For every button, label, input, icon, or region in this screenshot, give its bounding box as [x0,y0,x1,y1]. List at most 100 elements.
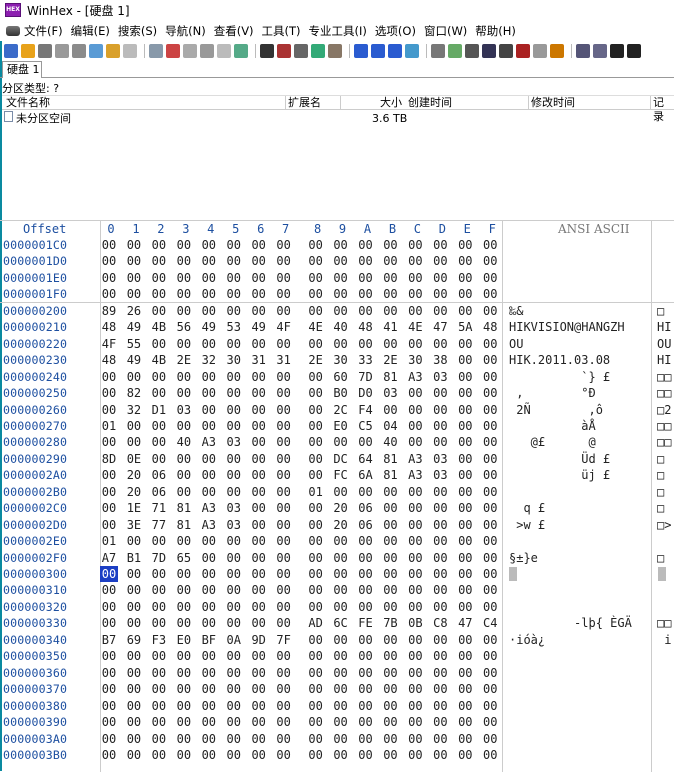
row-offset[interactable]: 000000380 [3,698,67,714]
hex-byte[interactable]: 00 [456,434,474,450]
hex-byte[interactable]: 06 [150,484,168,500]
hex-byte[interactable]: 00 [200,681,218,697]
hex-byte[interactable]: 00 [381,582,399,598]
hex-byte[interactable]: 00 [175,731,193,747]
hex-byte[interactable]: 00 [100,731,118,747]
hex-byte[interactable]: 00 [307,451,325,467]
hex-byte[interactable]: 00 [250,550,268,566]
hex-byte[interactable]: 00 [381,648,399,664]
hex-byte[interactable]: 00 [332,270,350,286]
hex-byte[interactable]: 00 [456,369,474,385]
hex-byte[interactable]: 00 [100,681,118,697]
toolbar-button-icon[interactable] [89,44,103,58]
hex-byte[interactable]: 00 [481,698,499,714]
hex-byte[interactable]: 00 [200,369,218,385]
row-offset[interactable]: 000000200 [3,303,67,319]
hex-byte[interactable]: 00 [406,550,424,566]
hex-byte[interactable]: 00 [275,731,293,747]
hex-byte[interactable]: 00 [406,731,424,747]
hex-byte[interactable]: 00 [100,698,118,714]
hex-byte[interactable]: 00 [481,286,499,302]
menu-item[interactable]: 帮助(H) [475,23,516,39]
hex-byte[interactable]: 00 [381,599,399,615]
hex-byte[interactable]: D0 [357,385,375,401]
hex-byte[interactable]: 00 [481,500,499,516]
row-offset[interactable]: 0000001D0 [3,253,67,269]
hex-byte[interactable]: 20 [332,517,350,533]
ascii-text[interactable]: Üd £ [509,451,651,467]
hex-byte[interactable]: 00 [275,253,293,269]
hex-byte[interactable]: 00 [332,681,350,697]
toolbar-button-icon[interactable] [217,44,231,58]
hex-byte[interactable]: 00 [175,418,193,434]
hex-byte[interactable]: 2E [307,352,325,368]
hex-byte[interactable]: 00 [431,582,449,598]
hex-byte[interactable]: 00 [150,582,168,598]
hex-byte[interactable]: 00 [431,681,449,697]
hex-byte[interactable]: 53 [225,319,243,335]
hex-byte[interactable]: 00 [250,533,268,549]
hex-byte[interactable]: 00 [307,747,325,763]
hex-byte[interactable]: 71 [150,500,168,516]
row-offset[interactable]: 000000250 [3,385,67,401]
hex-byte[interactable]: 00 [456,517,474,533]
hex-byte[interactable]: 00 [381,484,399,500]
hex-byte[interactable]: 00 [150,681,168,697]
hex-byte[interactable]: 00 [332,286,350,302]
hex-byte[interactable]: 00 [431,517,449,533]
hex-byte[interactable]: 00 [250,731,268,747]
hex-byte[interactable]: 00 [307,500,325,516]
ascii-text[interactable]: §±}e [509,550,651,566]
hex-byte[interactable]: 00 [456,418,474,434]
hex-byte[interactable]: 00 [150,599,168,615]
hex-byte[interactable]: 00 [481,484,499,500]
ascii-text[interactable]: -lþ{ ÈGÄ [509,615,651,631]
hex-byte[interactable]: 00 [250,369,268,385]
hex-byte[interactable]: 00 [456,566,474,582]
toolbar-button-icon[interactable] [149,44,163,58]
hex-byte[interactable]: 00 [431,731,449,747]
hex-byte[interactable]: 00 [431,566,449,582]
toolbar-button-icon[interactable] [371,44,385,58]
hex-byte[interactable]: 00 [481,451,499,467]
hex-byte[interactable]: 00 [175,665,193,681]
hex-byte[interactable]: FE [357,615,375,631]
hex-byte[interactable]: D1 [150,402,168,418]
hex-byte[interactable]: 00 [357,434,375,450]
hex-byte[interactable]: 00 [406,303,424,319]
hex-byte[interactable]: 00 [275,286,293,302]
hex-byte[interactable]: 00 [456,648,474,664]
toolbar-button-icon[interactable] [200,44,214,58]
hex-byte[interactable]: 00 [125,731,143,747]
hex-byte[interactable]: 65 [175,550,193,566]
row-offset[interactable]: 000000240 [3,369,67,385]
hex-byte[interactable]: 00 [200,582,218,598]
hex-byte[interactable]: 00 [250,665,268,681]
hex-byte[interactable]: 00 [307,566,325,582]
row-offset[interactable]: 000000260 [3,402,67,418]
toolbar-button-icon[interactable] [465,44,479,58]
row-offset[interactable]: 0000003B0 [3,747,67,763]
hex-byte[interactable]: 00 [307,648,325,664]
ascii-text[interactable]: HIKVISION@HANGZH [509,319,651,335]
hex-byte[interactable]: 00 [125,747,143,763]
hex-byte[interactable]: 00 [225,369,243,385]
hex-byte[interactable]: 00 [481,369,499,385]
hex-byte[interactable]: 82 [125,385,143,401]
hex-byte[interactable]: 00 [250,517,268,533]
hex-byte[interactable]: 00 [357,648,375,664]
hex-byte[interactable]: 00 [481,336,499,352]
toolbar-button-icon[interactable] [610,44,624,58]
hex-byte[interactable]: 00 [307,632,325,648]
hex-byte[interactable]: 48 [100,319,118,335]
hex-byte[interactable]: 00 [250,418,268,434]
hex-byte[interactable]: 00 [275,550,293,566]
hex-byte[interactable]: 00 [456,253,474,269]
hex-byte[interactable]: 00 [200,286,218,302]
row-offset[interactable]: 0000002A0 [3,467,67,483]
hex-byte[interactable]: 00 [175,599,193,615]
hex-byte[interactable]: 00 [100,582,118,598]
hex-byte[interactable]: 00 [250,303,268,319]
hex-byte[interactable]: 00 [175,467,193,483]
hex-byte[interactable]: 00 [250,566,268,582]
